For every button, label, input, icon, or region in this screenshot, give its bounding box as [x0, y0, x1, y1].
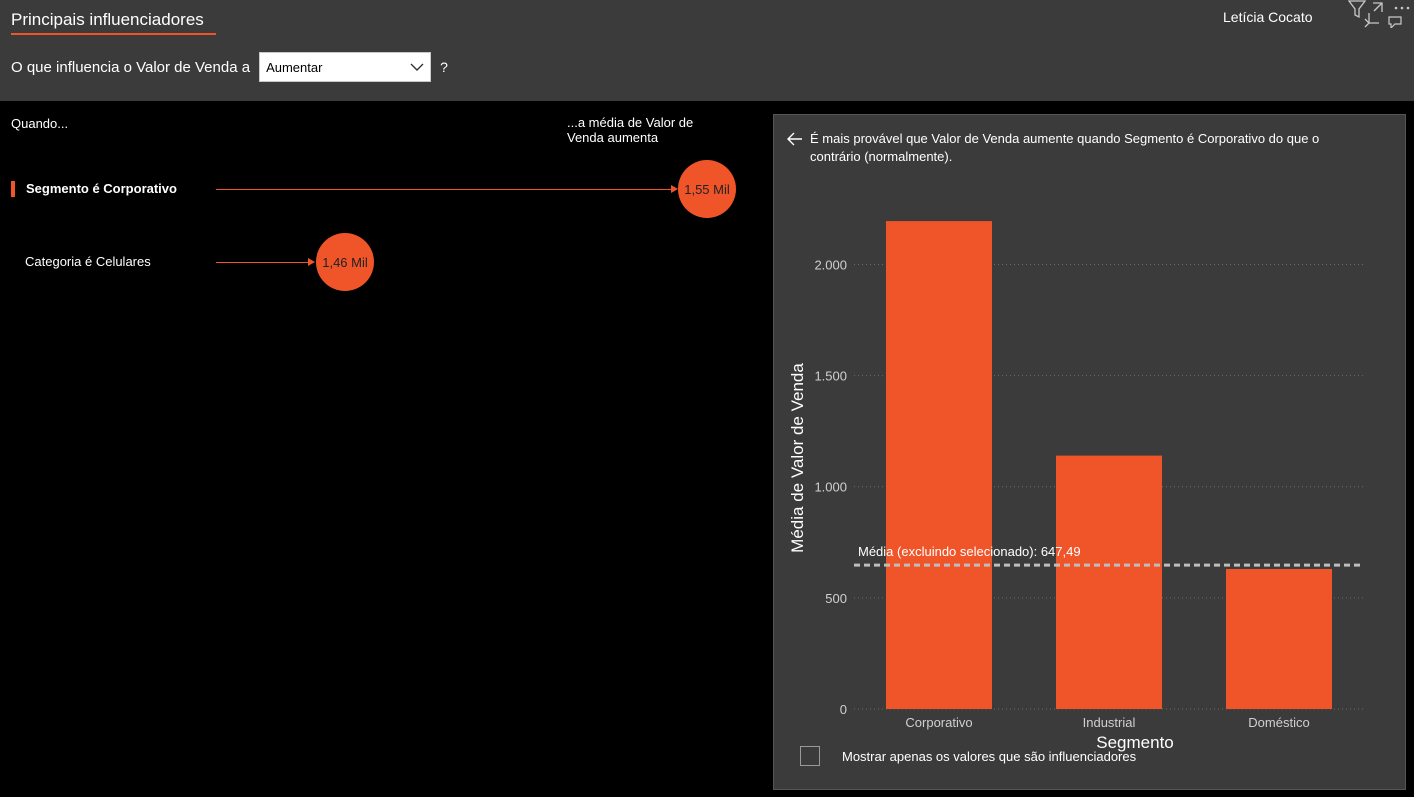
average-reference-label: Média (excluindo selecionado): 647,49: [858, 544, 1081, 559]
question-suffix: ?: [440, 59, 448, 75]
influencer-connector: [216, 189, 672, 190]
chevron-down-icon: [410, 63, 424, 71]
segment-bar-chart: 0 500 1.000 1.500 2.000 Corporativo Industrial…: [788, 221, 1364, 752]
bar-corporativo[interactable]: [886, 221, 992, 709]
question-prefix: O que influencia o Valor de Venda a: [11, 58, 251, 76]
x-tick-label: Doméstico: [1248, 715, 1309, 730]
checkbox-label: Mostrar apenas os valores que são influe…: [842, 749, 1137, 764]
header: Principais influenciadores Letícia Cocat…: [0, 0, 1414, 101]
question-row: O que influencia o Valor de Venda a Aume…: [11, 52, 448, 82]
direction-dropdown[interactable]: Aumentar: [259, 52, 432, 82]
expand-icon[interactable]: [1364, 1, 1384, 29]
arrow-right-icon: [671, 185, 678, 193]
selected-indicator: [11, 181, 15, 197]
show-influencers-only-checkbox[interactable]: [800, 746, 820, 766]
user-name: Letícia Cocato: [1223, 9, 1313, 25]
visual-header-icons: [1346, 0, 1414, 32]
y-tick-label: 1.000: [814, 480, 847, 495]
title-underline: [11, 33, 216, 35]
influencer-value-bubble[interactable]: 1,55 Mil: [678, 160, 736, 218]
x-tick-label: Corporativo: [905, 715, 972, 730]
y-tick-label: 2.000: [814, 257, 847, 272]
bar-industrial[interactable]: [1056, 455, 1162, 709]
column-header-when: Quando...: [11, 116, 69, 131]
influencers-list-panel: Quando... ...a média de Valor de Venda a…: [0, 101, 760, 797]
influencer-row-segmento[interactable]: Segmento é Corporativo 1,55 Mil: [0, 159, 760, 219]
influencer-label: Categoria é Celulares: [25, 254, 151, 269]
y-tick-label: 500: [825, 591, 847, 606]
key-influencers-visual: Principais influenciadores Letícia Cocat…: [0, 0, 1414, 797]
influencer-row-categoria[interactable]: Categoria é Celulares 1,46 Mil: [0, 232, 760, 292]
page-title: Principais influenciadores: [11, 10, 204, 29]
y-tick-label: 1.500: [814, 369, 847, 384]
more-options-icon[interactable]: [1386, 0, 1410, 28]
influencer-label: Segmento é Corporativo: [26, 181, 177, 196]
arrow-right-icon: [308, 258, 315, 266]
influencer-detail-panel: É mais provável que Valor de Venda aumen…: [773, 114, 1406, 790]
x-tick-label: Industrial: [1083, 715, 1136, 730]
bar-doméstico[interactable]: [1226, 568, 1332, 709]
influencer-value-bubble[interactable]: 1,46 Mil: [316, 233, 374, 291]
y-tick-label: 0: [840, 702, 847, 717]
influencer-connector: [216, 262, 309, 263]
y-axis-title: Média de Valor de Venda: [788, 363, 807, 553]
dropdown-value: Aumentar: [266, 59, 323, 75]
column-header-average: ...a média de Valor de Venda aumenta: [567, 115, 694, 145]
